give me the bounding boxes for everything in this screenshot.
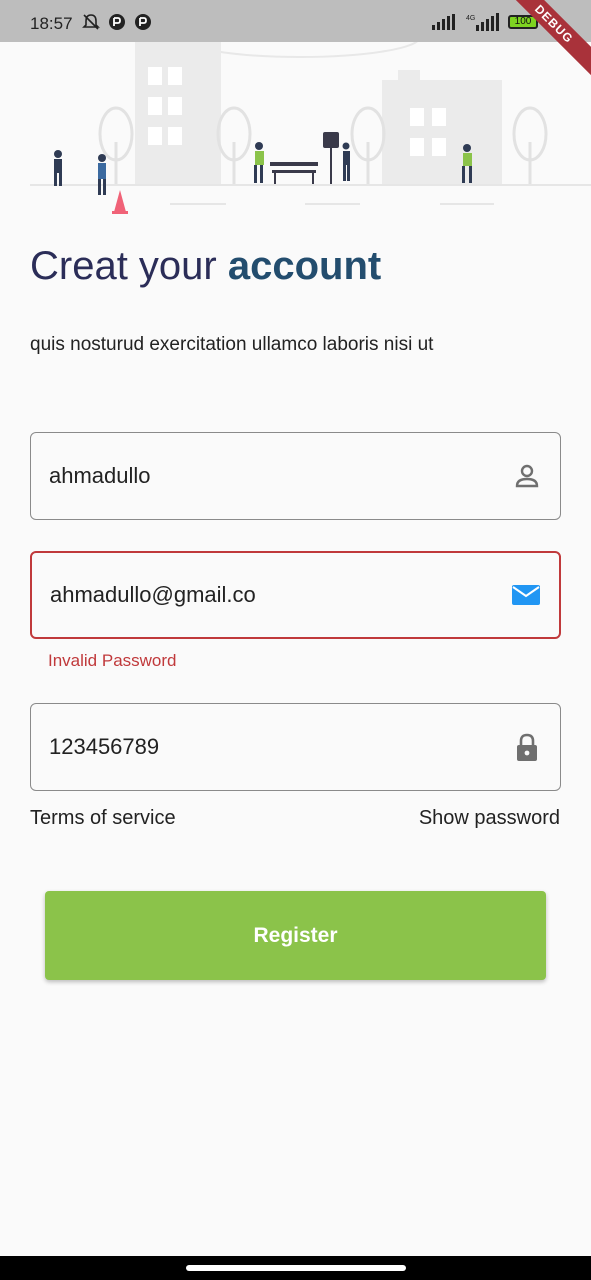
password-field[interactable]	[30, 703, 561, 791]
status-system-icons: 4G 100	[432, 13, 538, 31]
status-time: 18:57	[30, 14, 73, 33]
lock-icon	[517, 733, 537, 761]
email-error-message: Invalid Password	[48, 651, 177, 670]
page-subtitle: quis nosturud exercitation ullamco labor…	[30, 334, 434, 355]
username-field[interactable]	[30, 432, 561, 520]
terms-of-service-link[interactable]: Terms of service	[30, 807, 176, 830]
username-input[interactable]	[49, 433, 489, 519]
status-bar: 18:57 4G 100 DEBUG	[0, 0, 591, 78]
register-button[interactable]: Register	[45, 891, 546, 980]
person-icon	[515, 464, 539, 488]
system-navigation-bar	[0, 1256, 591, 1280]
app-notification-icon-2	[135, 14, 151, 30]
notifications-off-icon	[82, 14, 100, 30]
page-title-prefix: Creat your	[30, 244, 228, 288]
app-notification-icon	[109, 14, 125, 30]
mail-icon	[512, 585, 540, 605]
city-illustration	[30, 42, 591, 214]
email-field[interactable]	[30, 551, 561, 639]
status-notification-icons	[82, 13, 152, 31]
signal-icon	[432, 14, 455, 30]
signal-4g-icon: 4G	[466, 13, 499, 31]
show-password-link[interactable]: Show password	[419, 807, 560, 830]
page-title: Creat your account	[30, 244, 381, 289]
svg-text:4G: 4G	[466, 15, 475, 22]
password-input[interactable]	[49, 704, 489, 790]
page-title-accent: account	[227, 244, 382, 288]
email-input[interactable]	[50, 553, 490, 637]
home-gesture-handle[interactable]	[186, 1265, 406, 1271]
